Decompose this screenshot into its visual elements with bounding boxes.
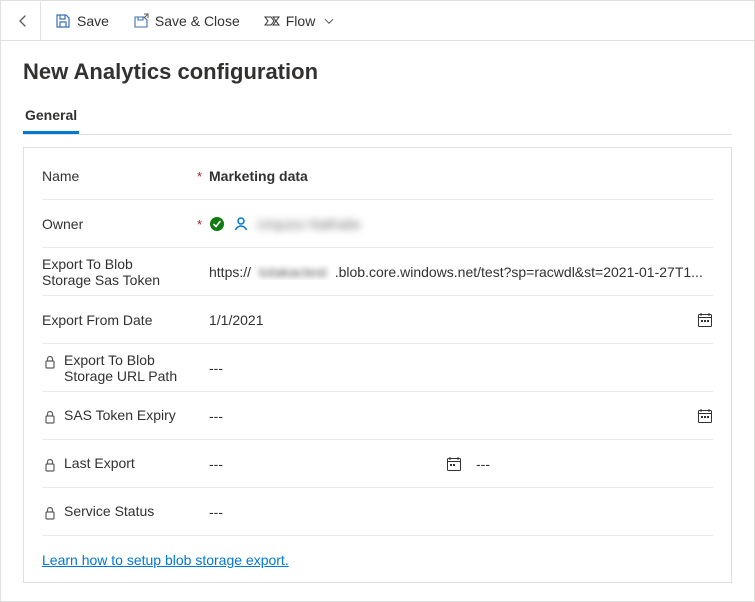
sas-value[interactable]: https://totakactest.blob.core.windows.ne… (209, 264, 713, 280)
save-button[interactable]: Save (45, 7, 119, 35)
tab-list: General (23, 99, 732, 135)
required-marker: * (197, 167, 209, 184)
field-sas-expiry: SAS Token Expiry --- (42, 392, 713, 440)
field-service-status: Service Status --- (42, 488, 713, 536)
from-date-label: Export From Date (42, 312, 197, 328)
back-arrow-icon (15, 13, 31, 29)
last-export-value: --- --- (209, 456, 713, 472)
from-date-value[interactable]: 1/1/2021 (209, 312, 713, 328)
status-label: Service Status (42, 503, 197, 521)
save-close-icon (133, 13, 149, 29)
owner-value[interactable]: Urquizo Nathalie (209, 216, 713, 232)
expiry-value: --- (209, 408, 713, 424)
help-link[interactable]: Learn how to setup blob storage export. (42, 552, 289, 568)
field-owner: Owner * Urquizo Nathalie (42, 200, 713, 248)
command-bar: Save Save & Close Flow (1, 1, 754, 41)
flow-label: Flow (286, 13, 316, 29)
page-title: New Analytics configuration (23, 59, 732, 85)
last-export-label: Last Export (42, 455, 197, 473)
expiry-label: SAS Token Expiry (42, 407, 197, 425)
lock-icon (42, 457, 58, 473)
field-sas-token: Export To Blob Storage Sas Token https:/… (42, 248, 713, 296)
form-panel: Name * Marketing data Owner * Urquizo Na… (23, 147, 732, 583)
content-area: New Analytics configuration General Name… (1, 41, 754, 601)
name-value[interactable]: Marketing data (209, 168, 713, 184)
flow-icon (264, 13, 280, 29)
save-close-button[interactable]: Save & Close (123, 7, 250, 35)
url-path-label: Export To Blob Storage URL Path (42, 352, 197, 384)
save-icon (55, 13, 71, 29)
owner-name-text: Urquizo Nathalie (257, 216, 361, 232)
field-url-path: Export To Blob Storage URL Path --- (42, 344, 713, 392)
save-label: Save (77, 13, 109, 29)
help-link-row: Learn how to setup blob storage export. (42, 536, 713, 568)
status-value: --- (209, 504, 713, 520)
sas-label: Export To Blob Storage Sas Token (42, 256, 197, 288)
chevron-down-icon (323, 15, 335, 27)
flow-button[interactable]: Flow (254, 7, 346, 35)
owner-label: Owner (42, 216, 197, 232)
field-from-date: Export From Date 1/1/2021 (42, 296, 713, 344)
person-icon (233, 216, 249, 232)
calendar-icon (446, 456, 462, 472)
calendar-icon[interactable] (697, 312, 713, 328)
lock-icon (42, 354, 58, 370)
lock-icon (42, 409, 58, 425)
back-button[interactable] (5, 2, 41, 40)
lock-icon (42, 505, 58, 521)
required-marker: * (197, 215, 209, 232)
check-circle-icon (209, 216, 225, 232)
field-last-export: Last Export --- --- (42, 440, 713, 488)
url-path-value: --- (209, 360, 713, 376)
tab-general[interactable]: General (23, 99, 79, 134)
name-label: Name (42, 168, 197, 184)
calendar-icon (697, 408, 713, 424)
save-close-label: Save & Close (155, 13, 240, 29)
page-root: Save Save & Close Flow New Analytics con… (0, 0, 755, 602)
field-name: Name * Marketing data (42, 152, 713, 200)
